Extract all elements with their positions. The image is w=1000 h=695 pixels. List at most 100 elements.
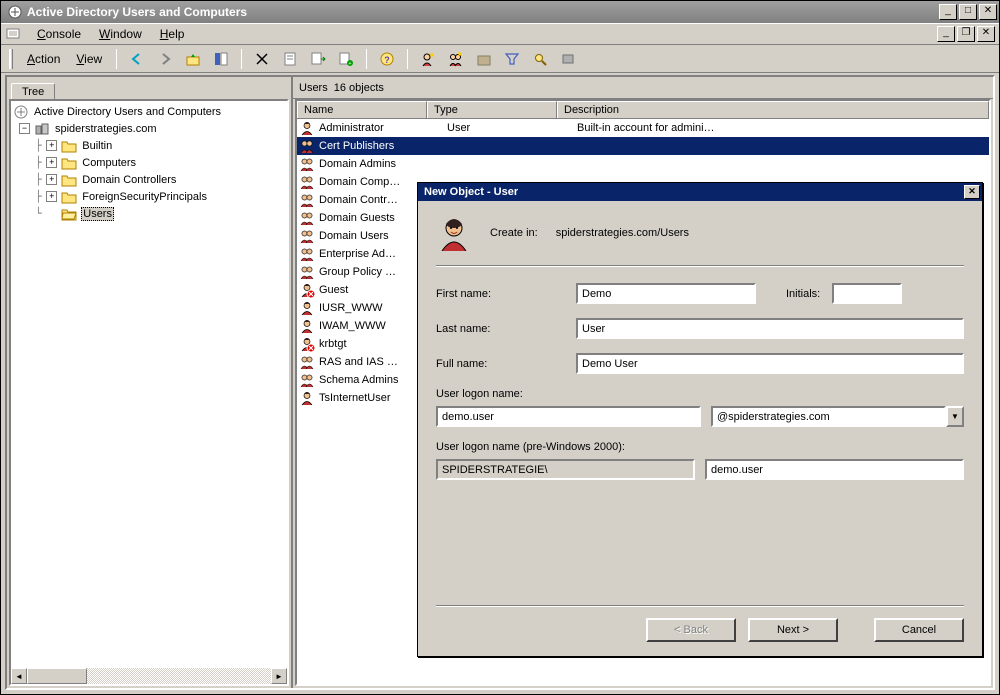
menubar: Console Window Help _ ❐ ✕ [1,23,999,45]
list-item-name: Administrator [317,122,441,134]
logon-name-input[interactable] [436,406,701,427]
list-item[interactable]: AdministratorUserBuilt-in account for ad… [297,119,989,137]
columns-header[interactable]: Name Type Description [297,101,989,119]
help-button[interactable]: ? [375,48,399,70]
tree-item[interactable]: ├ +Domain Controllers [13,171,287,188]
col-description[interactable]: Description [557,101,989,118]
last-name-label: Last name: [436,323,576,335]
tree-tab[interactable]: Tree [11,83,55,100]
dialog-title: New Object - User [420,186,964,198]
first-name-input[interactable] [576,283,756,304]
upn-suffix-value[interactable] [711,406,946,427]
expand-icon[interactable]: + [46,191,57,202]
folder-icon [61,189,77,205]
group-icon [299,264,315,280]
tree-item[interactable]: ├ +ForeignSecurityPrincipals [13,188,287,205]
cancel-button[interactable]: Cancel [874,618,964,642]
user-disabled-icon [299,282,315,298]
create-in-path: spiderstrategies.com/Users [556,227,689,239]
tree-item[interactable]: ├ +Computers [13,154,287,171]
tree[interactable]: Active Directory Users and Computers − s… [9,99,289,686]
list-scope-path: Users [299,82,328,94]
window-title: Active Directory Users and Computers [27,5,939,19]
tree-item-label[interactable]: Computers [81,157,137,169]
full-name-input[interactable] [576,353,964,374]
list-item-type: User [441,122,571,134]
close-button[interactable]: ✕ [979,4,997,20]
col-name[interactable]: Name [297,101,427,118]
tree-item[interactable]: ├ +Builtin [13,137,287,154]
find-button[interactable] [528,48,552,70]
menu-view[interactable]: View [70,50,108,68]
new-user-dialog: New Object - User ✕ Create in: spiderstr… [417,182,983,657]
back-button-dialog: < Back [646,618,736,642]
first-name-label: First name: [436,288,576,300]
menu-console[interactable]: Console [29,25,89,43]
logon-name-label: User logon name: [436,388,964,400]
scroll-thumb[interactable] [27,668,87,684]
tree-hscrollbar[interactable]: ◄ ► [11,668,287,684]
maximize-button[interactable]: □ [959,4,977,20]
list-object-count: 16 objects [334,82,384,94]
mdi-minimize-button[interactable]: _ [937,26,955,42]
tree-item-label[interactable]: Domain Controllers [81,174,177,186]
mdi-close-button[interactable]: ✕ [977,26,995,42]
menu-window[interactable]: Window [91,25,150,43]
new-ou-icon[interactable] [472,48,496,70]
back-button[interactable] [125,48,149,70]
scroll-right-button[interactable]: ► [271,668,287,684]
tree-item-label[interactable]: Users [81,207,114,221]
app-icon [7,4,23,20]
prewin-domain-input [436,459,695,480]
list-item[interactable]: Cert Publishers [297,137,989,155]
last-name-input[interactable] [576,318,964,339]
mdi-restore-button[interactable]: ❐ [957,26,975,42]
scroll-left-button[interactable]: ◄ [11,668,27,684]
forward-button[interactable] [153,48,177,70]
full-name-label: Full name: [436,358,576,370]
dialog-titlebar[interactable]: New Object - User ✕ [418,183,982,201]
menu-help[interactable]: Help [152,25,193,43]
logon-prewin-label: User logon name (pre-Windows 2000): [436,441,964,453]
tree-item-label[interactable]: ForeignSecurityPrincipals [81,191,208,203]
tree-domain-label[interactable]: spiderstrategies.com [54,123,158,135]
snap-in-icon [13,104,29,120]
toolbar: Action View + ? [1,45,999,73]
expand-icon[interactable]: + [46,140,57,151]
group-icon [299,372,315,388]
group-icon [299,138,315,154]
upn-suffix-combo[interactable]: ▼ [711,406,964,427]
filter-button[interactable] [500,48,524,70]
new-group-icon[interactable] [444,48,468,70]
list-scope-header: Users 16 objects [293,77,993,99]
chevron-down-icon[interactable]: ▼ [946,406,964,427]
refresh-button[interactable]: + [334,48,358,70]
prewin-logon-input[interactable] [705,459,964,480]
expand-icon[interactable]: + [46,174,57,185]
initials-input[interactable] [832,283,902,304]
group-icon [299,354,315,370]
group-icon [299,174,315,190]
initials-label: Initials: [786,288,820,300]
folder-icon [61,155,77,171]
next-button[interactable]: Next > [748,618,838,642]
connect-domain-button[interactable] [556,48,580,70]
list-item-name: Cert Publishers [317,140,441,152]
menu-action[interactable]: Action [21,50,66,68]
toolbar-handle[interactable] [9,49,13,69]
properties-button[interactable] [278,48,302,70]
tree-item[interactable]: └ Users [13,205,287,222]
dialog-close-button[interactable]: ✕ [964,185,980,199]
export-list-button[interactable] [306,48,330,70]
show-hide-tree-button[interactable] [209,48,233,70]
col-type[interactable]: Type [427,101,557,118]
minimize-button[interactable]: _ [939,4,957,20]
tree-item-label[interactable]: Builtin [81,140,113,152]
new-user-icon[interactable] [416,48,440,70]
delete-button[interactable] [250,48,274,70]
collapse-icon[interactable]: − [19,123,30,134]
up-button[interactable] [181,48,205,70]
expand-icon[interactable]: + [46,157,57,168]
list-item[interactable]: Domain Admins [297,155,989,173]
tree-root-label[interactable]: Active Directory Users and Computers [33,106,222,118]
